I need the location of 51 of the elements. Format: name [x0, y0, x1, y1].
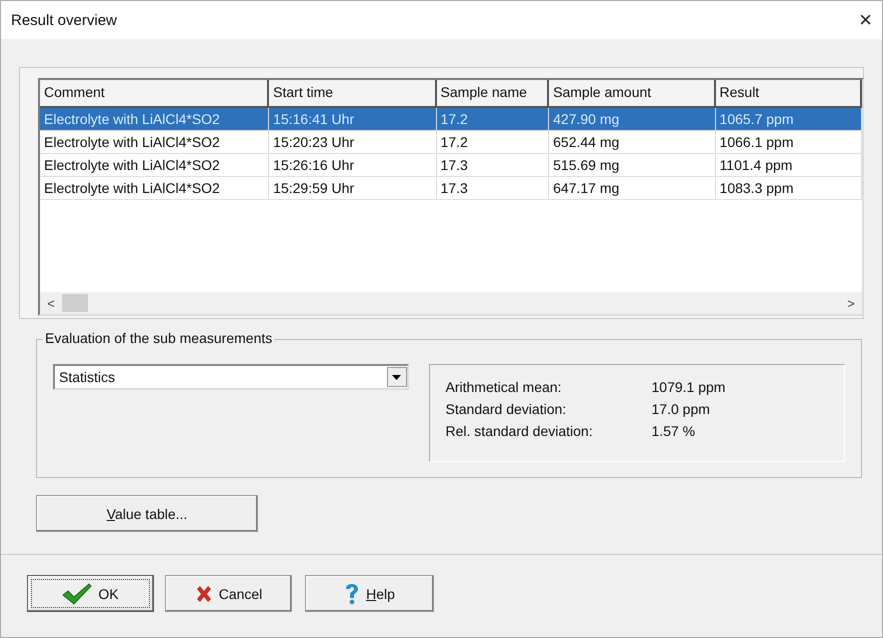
question-mark-icon	[344, 582, 360, 604]
group-title: Evaluation of the sub measurements	[43, 330, 274, 346]
table-cell: 17.2	[436, 131, 550, 154]
close-button[interactable]: ×	[855, 7, 876, 33]
cross-icon	[194, 584, 213, 602]
scroll-left-button[interactable]: <	[40, 296, 62, 310]
column-header[interactable]: Result	[716, 80, 862, 108]
value-table-button[interactable]: Value table...	[36, 495, 258, 532]
table-cell: 1066.1 ppm	[716, 131, 862, 154]
table-cell: 15:29:59 Uhr	[269, 177, 437, 200]
table-cell: 15:26:16 Uhr	[269, 154, 437, 177]
stat-value: 1079.1 ppm	[652, 379, 726, 395]
table-cell: 17.3	[436, 177, 550, 200]
table-cell: 647.17 mg	[549, 177, 716, 200]
column-header[interactable]: Comment	[40, 80, 270, 108]
table-row[interactable]: Electrolyte with LiAlCl4*SO2 15:20:23 Uhr 17.2 652.44 mg 1066.1 ppm	[40, 131, 862, 154]
scroll-right-button[interactable]: >	[840, 296, 862, 310]
dropdown-arrow-icon	[392, 374, 402, 380]
horizontal-scrollbar[interactable]: < >	[40, 292, 862, 314]
dialog-button[interactable]: Cancel	[165, 575, 292, 612]
table-cell: 17.2	[436, 108, 550, 131]
mode-dropdown[interactable]: Statistics	[53, 364, 409, 390]
dialog-button[interactable]: Help	[305, 575, 434, 612]
stat-label: Standard deviation:	[446, 401, 568, 417]
stat-value: 17.0 ppm	[652, 401, 710, 417]
table-cell: Electrolyte with LiAlCl4*SO2	[40, 154, 270, 177]
table-cell: Electrolyte with LiAlCl4*SO2	[40, 108, 270, 131]
table-cell: Electrolyte with LiAlCl4*SO2	[40, 177, 270, 200]
column-header[interactable]: Sample name	[436, 80, 550, 108]
window-title: Result overview	[11, 12, 117, 28]
table-cell: 15:16:41 Uhr	[269, 108, 437, 131]
stat-label: Rel. standard deviation:	[446, 423, 594, 439]
table-row[interactable]: Electrolyte with LiAlCl4*SO2 15:26:16 Uhr 17.3 515.69 mg 1101.4 ppm	[40, 154, 862, 177]
table-cell: 1065.7 ppm	[716, 108, 862, 131]
table-cell: 515.69 mg	[549, 154, 716, 177]
table-row[interactable]: Electrolyte with LiAlCl4*SO2 15:16:41 Uhr 17.2 427.90 mg 1065.7 ppm	[40, 108, 862, 131]
table-cell: 17.3	[436, 154, 550, 177]
table-cell: 427.90 mg	[549, 108, 716, 131]
table-cell: 652.44 mg	[549, 131, 716, 154]
scroll-thumb[interactable]	[62, 294, 88, 312]
table-cell: Electrolyte with LiAlCl4*SO2	[40, 131, 270, 154]
column-header[interactable]: Sample amount	[549, 80, 716, 108]
table-cell: 15:20:23 Uhr	[269, 131, 437, 154]
dialog-button[interactable]: OK	[27, 575, 154, 612]
stat-value: 1.57 %	[652, 423, 696, 439]
stat-label: Arithmetical mean:	[446, 379, 562, 395]
table-cell: 1101.4 ppm	[716, 154, 862, 177]
table-row[interactable]: Electrolyte with LiAlCl4*SO2 15:29:59 Uhr 17.3 647.17 mg 1083.3 ppm	[40, 177, 862, 200]
column-header[interactable]: Start time	[269, 80, 437, 108]
checkmark-icon	[62, 582, 92, 604]
table-cell: 1083.3 ppm	[716, 177, 862, 200]
